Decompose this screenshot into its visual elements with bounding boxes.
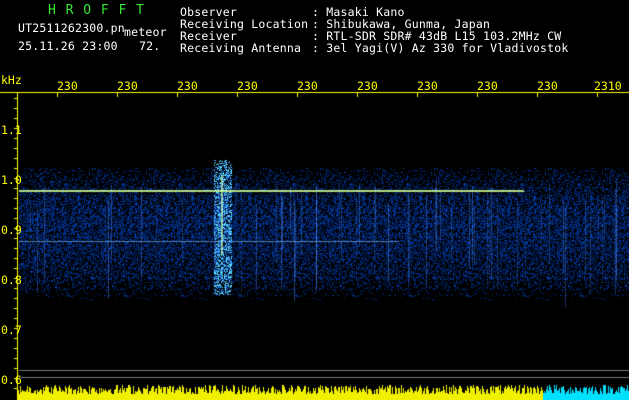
meteor-label: meteor: [124, 25, 167, 39]
antenna-value: : 3el Yagi(V) Az 330 for Vladivostok: [312, 41, 569, 55]
y-tick: 0.9: [1, 223, 22, 237]
app-title: HROFFT: [48, 3, 154, 18]
spectrogram-canvas: [0, 0, 629, 400]
y-tick: 1.0: [1, 173, 22, 187]
filename-label: UT2511262300.pn: [18, 21, 125, 35]
antenna-label: Receiving Antenna: [180, 41, 302, 55]
x-tick: 230: [417, 79, 438, 93]
y-tick: 1.1: [1, 123, 22, 137]
x-tick: 2310: [594, 79, 622, 93]
x-tick: 230: [57, 79, 78, 93]
y-tick: 0.8: [1, 273, 22, 287]
x-tick: 230: [477, 79, 498, 93]
x-tick: 230: [297, 79, 318, 93]
x-tick: 230: [177, 79, 198, 93]
x-tick: 230: [357, 79, 378, 93]
y-tick: 0.7: [1, 323, 22, 337]
axis-unit: kHz: [1, 73, 22, 87]
x-tick: 230: [237, 79, 258, 93]
x-tick: 230: [117, 79, 138, 93]
datetime-label: 25.11.26 23:00: [18, 39, 118, 53]
y-tick: 0.6: [1, 373, 22, 387]
x-tick: 230: [537, 79, 558, 93]
meteor-count: 72.: [139, 39, 161, 53]
